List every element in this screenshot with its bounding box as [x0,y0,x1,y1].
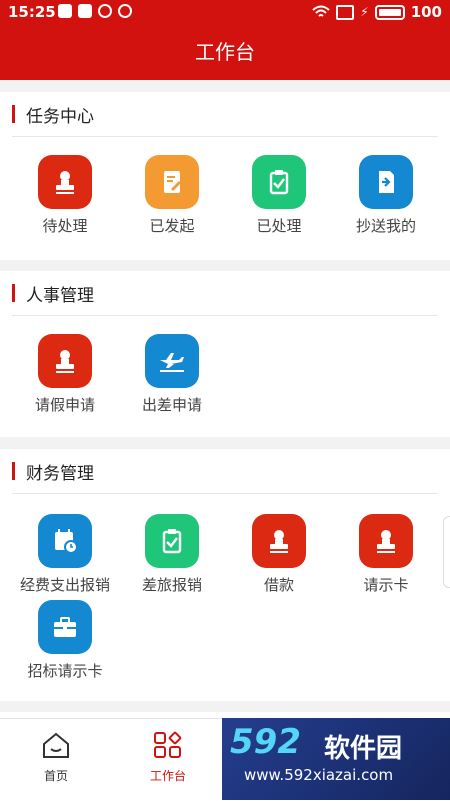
menu-item-pending[interactable]: 待处理 [9,155,121,236]
clipboard-check-icon [145,514,199,568]
forward-document-icon [359,155,413,209]
page-title: 工作台 [0,24,450,80]
watermark-logo: 592 软件园 www.592xiazai.com [222,718,450,800]
menu-item-loan[interactable]: 借款 [223,514,335,595]
section-header: 人事管理 [12,271,438,316]
section-header: 任务中心 [12,92,438,137]
calendar-clock-icon [38,514,92,568]
watermark-name: 软件园 [324,734,403,764]
menu-item-expense-reimbursement[interactable]: 经费支出报销 [9,514,121,595]
grid-icon [154,731,182,758]
battery-icon [374,4,405,20]
status-right: ⚡ 100 [312,3,442,21]
notification-icon [58,4,72,18]
document-edit-icon [145,155,199,209]
menu-item-label: 出差申请 [141,396,202,414]
menu-item-request-card[interactable]: 请示卡 [330,514,442,595]
menu-item-label: 请假申请 [34,396,95,414]
menu-item-label: 待处理 [42,217,88,235]
tab-label: 首页 [43,769,68,783]
tab-workbench[interactable]: 工作台 [133,729,203,784]
menu-item-label: 经费支出报销 [19,576,110,594]
stamp-icon [38,334,92,388]
sim-icon [336,4,355,20]
section-accent-bar [12,284,15,302]
section-hr: 人事管理 请假申请 出差申请 [0,271,450,437]
section-accent-bar [12,462,15,480]
stamp-icon [38,155,92,209]
section-title: 任务中心 [26,107,94,127]
tab-label: 工作台 [149,769,186,783]
stamp-icon [359,514,413,568]
battery-level: 100 [410,3,442,21]
watermark-number: 592 [230,722,301,762]
tab-home[interactable]: 首页 [21,729,91,784]
menu-item-leave-request[interactable]: 请假申请 [9,334,121,415]
menu-item-cc-me[interactable]: 抄送我的 [330,155,442,236]
section-finance: 财务管理 经费支出报销 差旅报销 借款 请示卡 招标请示卡 [0,449,450,701]
status-time: 15:25 [8,3,56,21]
status-bar: 15:25 ⚡ 100 [0,0,450,24]
menu-item-initiated[interactable]: 已发起 [116,155,228,236]
stamp-icon [252,514,306,568]
mail-icon [78,4,92,18]
menu-item-label: 已发起 [149,217,195,235]
menu-item-label: 借款 [263,576,294,594]
notification-icons [58,4,132,18]
section-task-center: 任务中心 待处理 已发起 已处理 抄送我的 [0,92,450,260]
check-circle-icon [98,4,112,18]
briefcase-icon [38,600,92,654]
clipboard-check-icon [252,155,306,209]
menu-item-label: 招标请示卡 [27,662,103,680]
wifi-icon [312,5,330,17]
menu-item-label: 请示卡 [363,576,409,594]
section-title: 人事管理 [26,286,94,306]
menu-item-processed[interactable]: 已处理 [223,155,335,236]
menu-item-bid-request-card[interactable]: 招标请示卡 [9,600,121,681]
airplane-icon [145,334,199,388]
section-accent-bar [12,105,15,123]
check-circle-icon [118,4,132,18]
charging-icon: ⚡ [360,5,369,19]
menu-item-travel-reimbursement[interactable]: 差旅报销 [116,514,228,595]
section-header: 财务管理 [12,449,438,494]
side-scroll-handle[interactable] [443,516,450,588]
menu-item-label: 差旅报销 [141,576,202,594]
menu-item-business-trip[interactable]: 出差申请 [116,334,228,415]
home-icon [43,732,69,758]
menu-item-label: 抄送我的 [355,217,416,235]
watermark-url: www.592xiazai.com [244,766,394,784]
menu-item-label: 已处理 [256,217,302,235]
section-title: 财务管理 [26,464,94,484]
